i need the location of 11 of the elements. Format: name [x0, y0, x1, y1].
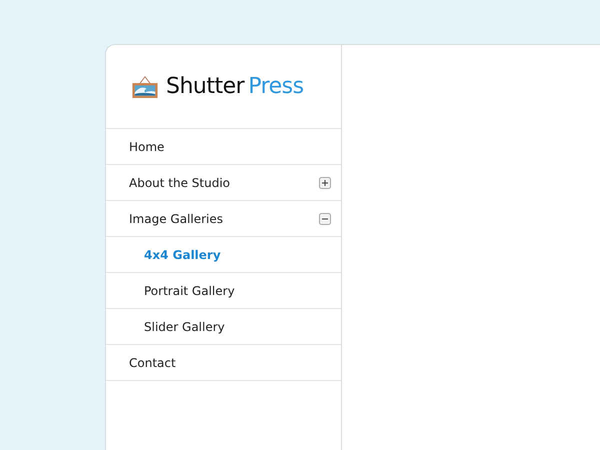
nav-link[interactable]: Portrait Gallery: [144, 284, 235, 298]
expand-icon[interactable]: [319, 176, 331, 188]
nav-link[interactable]: 4x4 Gallery: [144, 248, 221, 262]
nav-link[interactable]: Image Galleries: [129, 212, 224, 226]
collapse-icon[interactable]: [319, 212, 331, 224]
logo-text: Press: [248, 74, 304, 99]
nav-link[interactable]: About the Studio: [129, 176, 230, 190]
nav-link[interactable]: Contact: [129, 356, 176, 370]
nav-link[interactable]: Home: [129, 140, 164, 154]
nav-link[interactable]: Slider Gallery: [144, 320, 225, 334]
logo-text: Shutter: [166, 74, 244, 99]
